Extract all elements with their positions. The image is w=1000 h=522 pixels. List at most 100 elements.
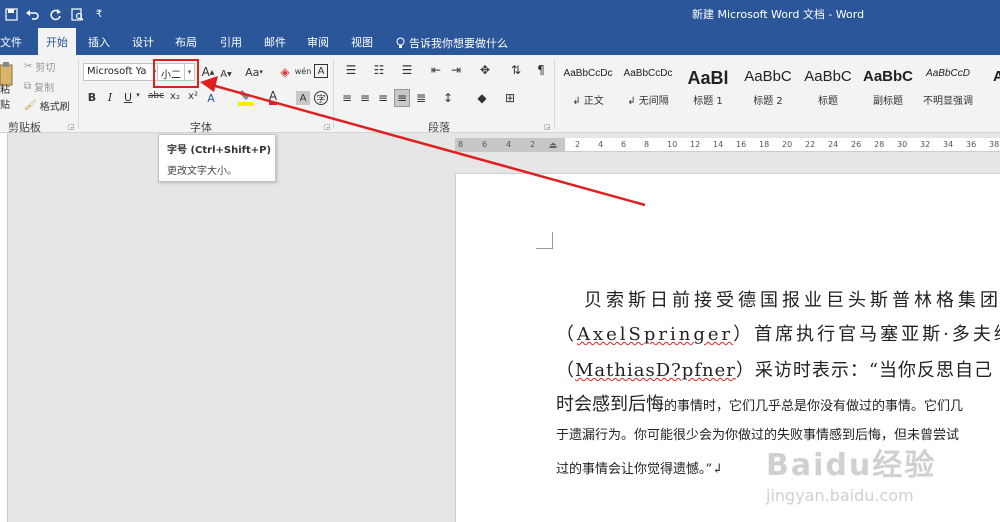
- tab-home[interactable]: 开始: [38, 28, 76, 55]
- font-launcher-icon[interactable]: ◲: [324, 123, 331, 131]
- tab-file[interactable]: 文件: [0, 34, 22, 50]
- paintbrush-icon: 🖌: [24, 99, 37, 111]
- ruler-tick-label: 18: [759, 140, 770, 149]
- style-label: 标题: [818, 96, 838, 107]
- phonetic-guide-icon[interactable]: wén: [295, 62, 312, 80]
- char-border-icon[interactable]: A: [314, 64, 328, 78]
- style-preview: AaBbCcD: [926, 68, 970, 79]
- distributed-icon[interactable]: ≣: [414, 91, 428, 105]
- doc-text: （: [556, 324, 577, 345]
- save-icon[interactable]: [0, 4, 22, 24]
- doc-text: ）采访时表示：“当你反思自己 80 岁: [735, 360, 1000, 381]
- ruler-tick-label: 38: [989, 140, 1000, 149]
- style-label: 标题 2: [753, 96, 783, 107]
- tab-review[interactable]: 审阅: [307, 34, 329, 50]
- group-separator: [554, 59, 555, 129]
- ruler-tick-label: 16: [736, 140, 747, 149]
- style-label: 副标题: [873, 96, 903, 107]
- subscript-button[interactable]: x₂: [168, 91, 182, 102]
- print-preview-icon[interactable]: [66, 4, 88, 24]
- change-case-button[interactable]: Aa ▾: [242, 64, 266, 80]
- group-separator: [333, 59, 334, 129]
- ruler-tick-label: 4: [598, 140, 604, 149]
- ruler-tick-label: 14: [713, 140, 724, 149]
- style-item[interactable]: AaBbC 副标题: [858, 60, 918, 108]
- redo-icon[interactable]: [44, 4, 66, 24]
- style-item[interactable]: AaBl 标题 1: [678, 60, 738, 108]
- clipboard-launcher-icon[interactable]: ◲: [68, 123, 75, 131]
- shrink-font-icon[interactable]: A ▼: [219, 66, 233, 82]
- tab-view[interactable]: 视图: [351, 34, 373, 50]
- shading-icon[interactable]: ◆: [472, 91, 492, 105]
- tab-design[interactable]: 设计: [132, 34, 154, 50]
- cut-button[interactable]: ✂ 剪切: [24, 59, 55, 74]
- highlight-icon[interactable]: [238, 88, 254, 106]
- style-item[interactable]: AaBbC 标题: [798, 60, 858, 108]
- tab-insert[interactable]: 插入: [88, 34, 110, 50]
- font-family-combo[interactable]: Microsoft Ya: [83, 63, 151, 81]
- font-color-letter: A: [268, 88, 278, 105]
- ruler-tick-label: 12: [690, 140, 701, 149]
- strikethrough-button[interactable]: abc: [148, 91, 164, 101]
- paragraph-launcher-icon[interactable]: ◲: [544, 123, 551, 131]
- text-effects-icon[interactable]: A: [204, 90, 218, 106]
- customize-qat-icon[interactable]: ₹: [88, 4, 110, 24]
- font-color-icon[interactable]: A: [266, 88, 280, 106]
- numbering-icon[interactable]: ☷: [368, 63, 390, 77]
- multilevel-list-icon[interactable]: ☰: [396, 63, 418, 77]
- style-label: 不明显强调: [923, 96, 973, 107]
- tab-layout[interactable]: 布局: [175, 34, 197, 50]
- borders-icon[interactable]: ⊞: [500, 91, 520, 105]
- watermark-url: jingyan.baidu.com: [766, 486, 914, 505]
- style-item[interactable]: AaB 强: [978, 60, 1000, 108]
- tooltip-description: 更改文字大小。: [167, 166, 237, 177]
- align-left-icon[interactable]: ≡: [340, 91, 354, 105]
- tab-references[interactable]: 引用: [220, 34, 242, 50]
- clear-format-icon[interactable]: ◈: [278, 64, 292, 80]
- style-label: 标题 1: [693, 96, 723, 107]
- show-marks-icon[interactable]: ¶: [534, 63, 548, 77]
- ruler-tick-label: 10: [667, 140, 678, 149]
- baidu-watermark: Baidu经验 jingyan.baidu.com: [766, 440, 946, 510]
- spellcheck-word: MathiasD?pfner: [575, 360, 736, 381]
- group-label-paragraph: 段落: [428, 121, 450, 134]
- undo-icon[interactable]: [22, 4, 44, 24]
- underline-button[interactable]: U: [122, 91, 134, 104]
- format-painter-button[interactable]: 🖌 格式刷: [24, 98, 70, 113]
- doc-line: （MathiasD?pfner）采访时表示：“当你反思自己 80 岁: [556, 356, 1000, 382]
- align-center-icon[interactable]: ≡: [358, 91, 372, 105]
- sort-icon[interactable]: ⇅: [508, 63, 524, 77]
- superscript-button[interactable]: x²: [186, 91, 200, 102]
- grow-font-icon[interactable]: A ▲: [201, 64, 215, 80]
- bold-button[interactable]: B: [86, 91, 98, 104]
- copy-button[interactable]: ⧉ 复制: [24, 79, 54, 94]
- doc-line: 贝索斯日前接受德国报业巨头斯普林格集团: [556, 286, 1000, 312]
- horizontal-ruler[interactable]: 8 6 4 2 2 4 6 8 10 12 14 16 18 20 22 24 26 28 30 32 34 36 38: [455, 138, 1000, 152]
- doc-line: 时会感到后悔的事情时，它们几乎总是你没有做过的事情。它们几: [556, 390, 963, 416]
- group-label-font: 字体: [190, 121, 212, 134]
- enclose-char-icon[interactable]: 字: [314, 91, 328, 105]
- line-spacing-icon[interactable]: ↕: [438, 91, 458, 105]
- style-item[interactable]: AaBbCcD 不明显强调: [918, 60, 978, 108]
- justify-icon[interactable]: ≡: [394, 89, 410, 107]
- ruler-tick-label: 2: [575, 140, 581, 149]
- align-right-icon[interactable]: ≡: [376, 91, 390, 105]
- style-item[interactable]: AaBbC 标题 2: [738, 60, 798, 108]
- italic-button[interactable]: I: [104, 91, 116, 104]
- paste-button[interactable]: 粘贴: [0, 85, 18, 111]
- bullets-icon[interactable]: ☰: [340, 63, 362, 77]
- tooltip-title: 字号 (Ctrl+Shift+P): [167, 145, 272, 156]
- decrease-indent-icon[interactable]: ⇤: [428, 63, 444, 77]
- group-label-clipboard: 剪贴板: [8, 121, 41, 134]
- char-shading-icon[interactable]: A: [296, 91, 310, 105]
- indent-marker-icon[interactable]: ⏏: [548, 136, 558, 156]
- tell-me-box[interactable]: 告诉我你想要做什么: [396, 35, 508, 51]
- watermark-brand: Baidu经验: [766, 448, 937, 483]
- asian-layout-icon[interactable]: ✥: [474, 63, 496, 77]
- quick-access-toolbar: ₹: [0, 4, 110, 24]
- increase-indent-icon[interactable]: ⇥: [448, 63, 464, 77]
- style-item[interactable]: AaBbCcDc ↲ 正文: [558, 60, 618, 108]
- tab-mailings[interactable]: 邮件: [264, 34, 286, 50]
- style-item[interactable]: AaBbCcDc ↲ 无间隔: [618, 60, 678, 108]
- underline-dropdown-icon[interactable]: ▾: [134, 91, 142, 99]
